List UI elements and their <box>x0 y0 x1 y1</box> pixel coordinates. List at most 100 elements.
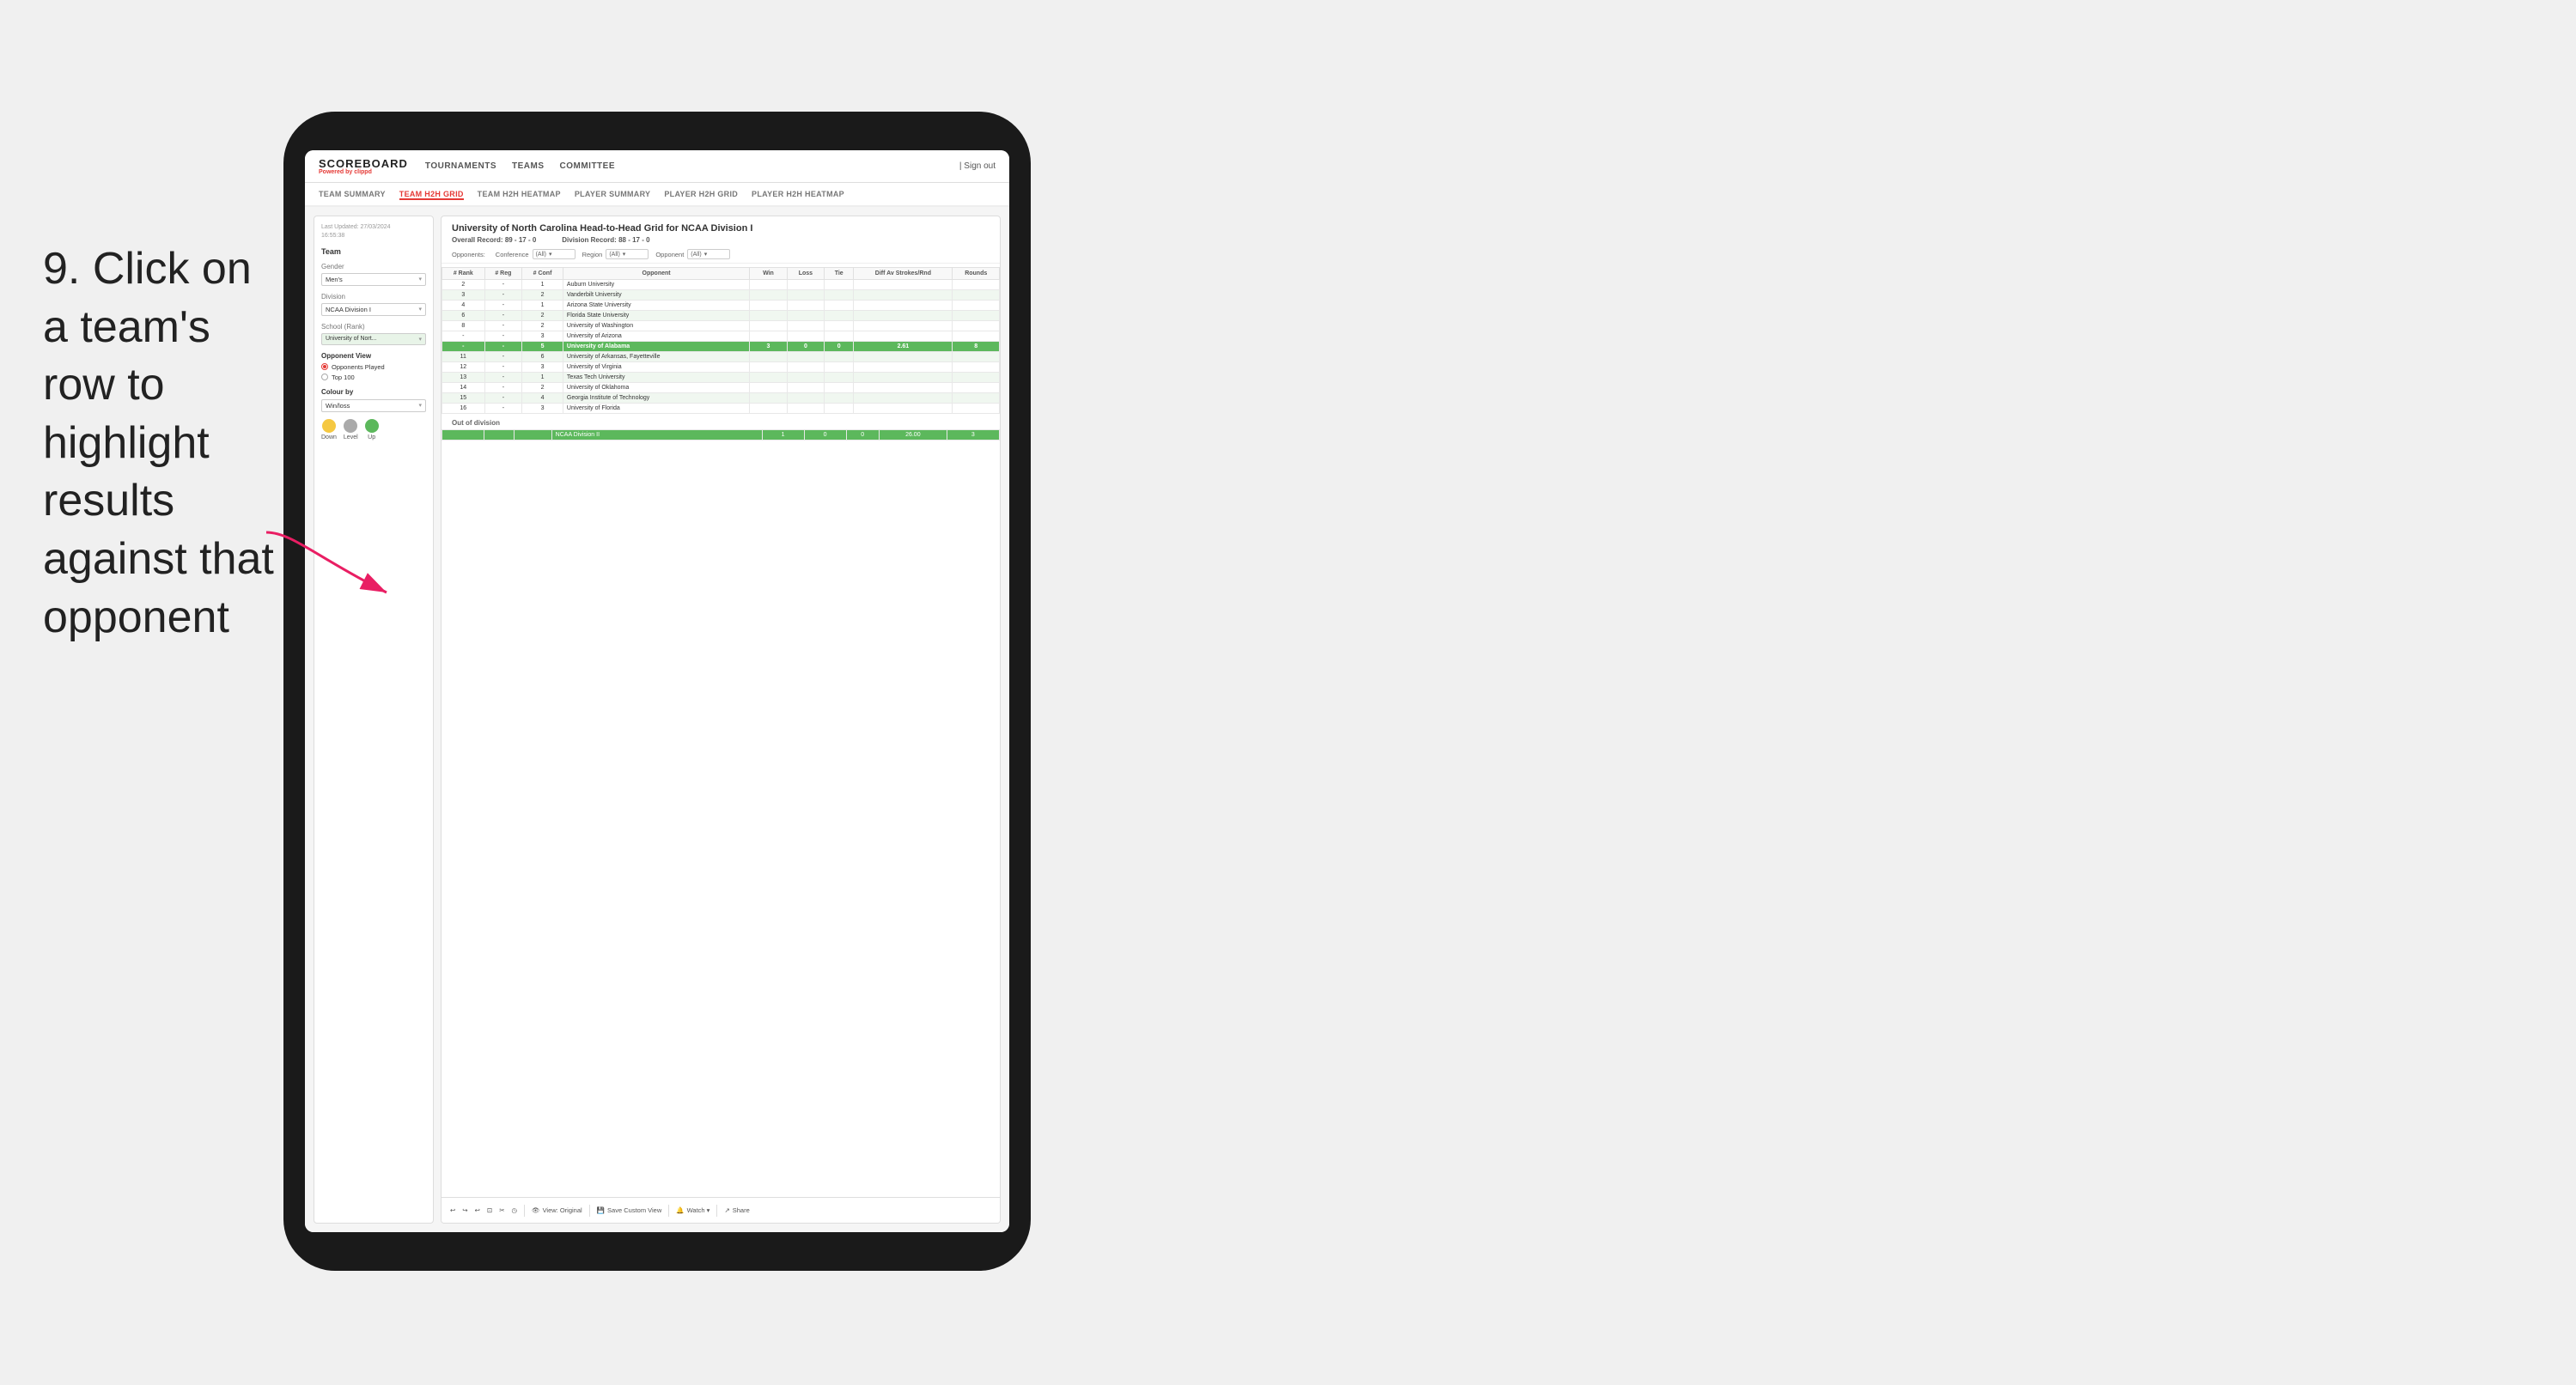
conference-label: Conference <box>496 251 529 258</box>
filter-opponents-label: Opponents: <box>452 251 485 258</box>
gender-select[interactable]: Men's <box>321 273 426 286</box>
legend-circle-up <box>365 419 379 433</box>
legend-level: Level <box>344 419 358 440</box>
table-row[interactable]: 12-3University of Virginia <box>442 362 1000 373</box>
table-row[interactable]: 8-2University of Washington <box>442 321 1000 331</box>
radio-top-100[interactable]: Top 100 <box>321 374 426 381</box>
save-icon: 💾 <box>597 1206 605 1214</box>
col-header-rank: # Rank <box>442 268 485 280</box>
tablet-screen: SCOREBOARD Powered by clippd TOURNAMENTS… <box>305 150 1009 1232</box>
legend-label-level: Level <box>344 434 358 440</box>
out-div-reg <box>484 430 514 440</box>
division-record: Division Record: 88 - 17 - 0 <box>562 236 649 244</box>
table-row[interactable]: 6-2Florida State University <box>442 311 1000 321</box>
out-div-conf <box>514 430 551 440</box>
toolbar-btn-4[interactable]: ⊡ <box>487 1206 492 1214</box>
out-div-tie: 0 <box>846 430 879 440</box>
gender-title: Gender <box>321 263 426 270</box>
toolbar-divider <box>524 1205 525 1217</box>
share-icon: ↗ <box>724 1206 729 1214</box>
sign-out-link[interactable]: Sign out <box>964 161 996 171</box>
subnav-player-summary[interactable]: PLAYER SUMMARY <box>575 188 651 200</box>
legend-label-up: Up <box>368 434 375 440</box>
school-select[interactable]: University of Nort... <box>321 333 426 345</box>
table-row[interactable]: 2-1Auburn University <box>442 280 1000 290</box>
out-div-loss: 0 <box>804 430 846 440</box>
table-header-row: # Rank # Reg # Conf Opponent Win Loss Ti… <box>442 268 1000 280</box>
undo-button[interactable]: ↩ <box>450 1206 455 1214</box>
table-row[interactable]: --5University of Alabama3002.618 <box>442 342 1000 352</box>
table-row[interactable]: 11-6University of Arkansas, Fayetteville <box>442 352 1000 362</box>
subnav-player-h2h-grid[interactable]: PLAYER H2H GRID <box>664 188 738 200</box>
col-header-opponent: Opponent <box>563 268 749 280</box>
opponent-select[interactable]: (All)▾ <box>687 249 730 259</box>
table-row[interactable]: 14-2University of Oklahoma <box>442 383 1000 393</box>
table-row[interactable]: --3University of Arizona <box>442 331 1000 342</box>
toolbar-divider-3 <box>668 1205 669 1217</box>
out-div-rank <box>442 430 484 440</box>
team-label: Team <box>321 247 426 256</box>
nav-teams[interactable]: TEAMS <box>512 160 545 173</box>
watch-button[interactable]: 🔔 Watch ▾ <box>676 1206 709 1214</box>
col-header-win: Win <box>750 268 787 280</box>
school-title: School (Rank) <box>321 323 426 331</box>
view-original-button[interactable]: 👁 View: Original <box>532 1206 582 1214</box>
grid-records: Overall Record: 89 - 17 - 0 Division Rec… <box>452 236 990 244</box>
col-header-reg: # Reg <box>484 268 522 280</box>
gender-section: Gender Men's <box>321 263 426 286</box>
colour-select[interactable]: Win/loss <box>321 399 426 412</box>
toolbar-btn-6[interactable]: ◷ <box>511 1206 517 1214</box>
main-content: Last Updated: 27/03/2024 16:55:38 Team G… <box>305 207 1009 1232</box>
last-updated: Last Updated: 27/03/2024 16:55:38 <box>321 223 426 240</box>
division-title: Division <box>321 293 426 301</box>
logo: SCOREBOARD Powered by clippd <box>319 158 408 175</box>
redo-button[interactable]: ↪ <box>462 1206 467 1214</box>
grid-tbody: 2-1Auburn University3-2Vanderbilt Univer… <box>442 280 1000 414</box>
out-div-win: 1 <box>762 430 804 440</box>
save-custom-button[interactable]: 💾 Save Custom View <box>597 1206 662 1214</box>
arrow-indicator <box>249 515 421 618</box>
logo-scoreboard: SCOREBOARD <box>319 158 408 169</box>
navbar: SCOREBOARD Powered by clippd TOURNAMENTS… <box>305 150 1009 183</box>
subnav-team-summary[interactable]: TEAM SUMMARY <box>319 188 386 200</box>
out-of-division-row[interactable]: NCAA Division II 1 0 0 26.00 3 <box>442 430 1000 440</box>
toolbar-btn-3[interactable]: ↩ <box>475 1206 480 1214</box>
division-select[interactable]: NCAA Division I <box>321 303 426 316</box>
legend: Down Level Up <box>321 419 426 440</box>
overall-record: Overall Record: 89 - 17 - 0 <box>452 236 536 244</box>
radio-circle-empty <box>321 374 328 380</box>
table-row[interactable]: 15-4Georgia Institute of Technology <box>442 393 1000 404</box>
out-div-rounds: 3 <box>947 430 999 440</box>
division-section: Division NCAA Division I <box>321 293 426 316</box>
conference-select[interactable]: (All)▾ <box>533 249 575 259</box>
grid-header: University of North Carolina Head-to-Hea… <box>442 216 1000 264</box>
out-of-division-table: NCAA Division II 1 0 0 26.00 3 <box>442 429 1000 440</box>
grid-title: University of North Carolina Head-to-Hea… <box>452 223 990 234</box>
watch-icon: 🔔 <box>676 1206 684 1214</box>
table-row[interactable]: 4-1Arizona State University <box>442 301 1000 311</box>
table-row[interactable]: 16-3University of Florida <box>442 404 1000 414</box>
legend-down: Down <box>321 419 337 440</box>
radio-opponents-played[interactable]: Opponents Played <box>321 363 426 371</box>
left-panel: Last Updated: 27/03/2024 16:55:38 Team G… <box>314 216 434 1224</box>
out-div-opponent: NCAA Division II <box>551 430 762 440</box>
subnav: TEAM SUMMARY TEAM H2H GRID TEAM H2H HEAT… <box>305 183 1009 207</box>
share-button[interactable]: ↗ Share <box>724 1206 749 1214</box>
toolbar-divider-4 <box>716 1205 717 1217</box>
table-row[interactable]: 3-2Vanderbilt University <box>442 290 1000 301</box>
legend-label-down: Down <box>321 434 337 440</box>
nav-committee[interactable]: COMMITTEE <box>560 160 616 173</box>
col-header-tie: Tie <box>825 268 854 280</box>
legend-circle-level <box>344 419 357 433</box>
subnav-team-h2h-grid[interactable]: TEAM H2H GRID <box>399 188 464 200</box>
table-row[interactable]: 13-1Texas Tech University <box>442 373 1000 383</box>
region-select[interactable]: (All)▾ <box>606 249 649 259</box>
grid-table: # Rank # Reg # Conf Opponent Win Loss Ti… <box>442 267 1000 414</box>
toolbar-btn-5[interactable]: ✂ <box>499 1206 504 1214</box>
col-header-loss: Loss <box>787 268 824 280</box>
subnav-team-h2h-heatmap[interactable]: TEAM H2H HEATMAP <box>478 188 561 200</box>
nav-tournaments[interactable]: TOURNAMENTS <box>425 160 496 173</box>
subnav-player-h2h-heatmap[interactable]: PLAYER H2H HEATMAP <box>752 188 844 200</box>
colour-by-title: Colour by <box>321 388 426 396</box>
legend-circle-down <box>322 419 336 433</box>
